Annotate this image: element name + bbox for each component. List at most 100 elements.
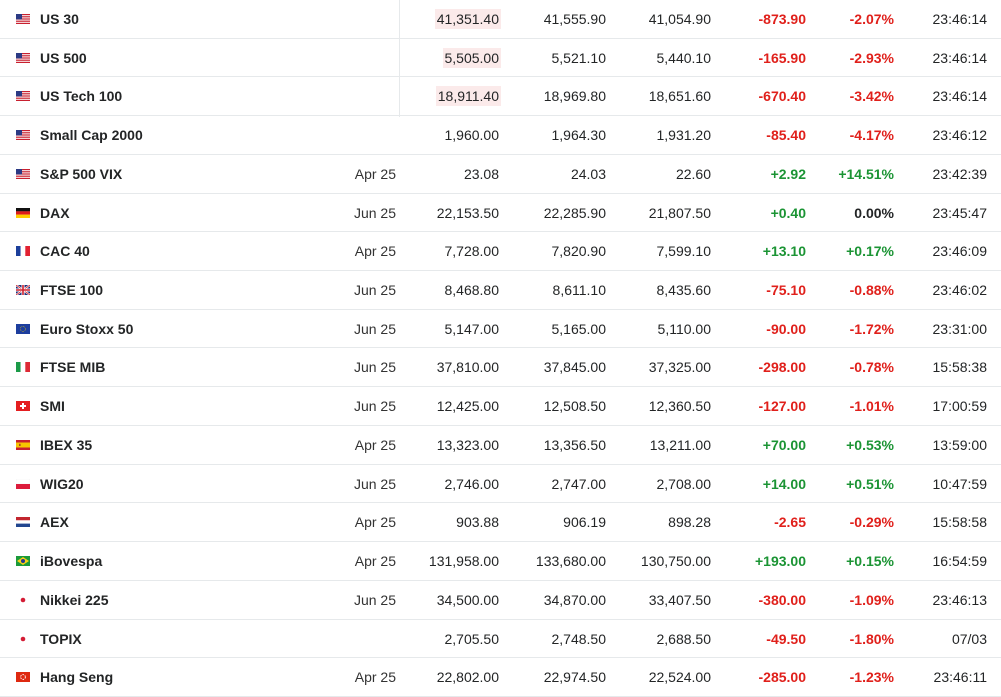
contract-month: Apr 25 [354, 243, 396, 260]
last-price-value: 2,705.50 [444, 630, 500, 647]
high-price: 1,964.30 [551, 127, 607, 144]
instrument-name[interactable]: US 500 [40, 39, 87, 78]
change-percent: +0.17% [846, 243, 894, 260]
instrument-name[interactable]: iBovespa [40, 542, 102, 581]
table-row[interactable]: Hang Seng Apr 25 22,802.00 22,974.50 22,524.… [0, 658, 1001, 697]
table-row[interactable]: US 500 5,505.00 5,521.10 5,440.10 -165.90 -2.… [0, 39, 1001, 78]
last-price-value: 12,425.00 [436, 398, 499, 415]
instrument-name[interactable]: SMI [40, 387, 65, 426]
high-price: 22,974.50 [543, 669, 606, 686]
contract-month: Apr 25 [354, 669, 396, 686]
low-price: 22,524.00 [648, 669, 711, 686]
last-price: 13,323.00 [435, 426, 501, 465]
low-price: 1,931.20 [656, 127, 712, 144]
contract-month: Jun 25 [353, 359, 396, 376]
change-value: -285.00 [758, 669, 806, 686]
us-flag-icon [16, 52, 30, 63]
table-row[interactable]: Small Cap 2000 1,960.00 1,964.30 1,931.20 -8… [0, 116, 1001, 155]
table-row[interactable]: SMI Jun 25 12,425.00 12,508.50 12,360.50 -127… [0, 387, 1001, 426]
instrument-name[interactable]: WIG20 [40, 465, 84, 504]
table-row[interactable]: US 30 41,351.40 41,555.90 41,054.90 -873.90 -… [0, 0, 1001, 39]
low-price: 33,407.50 [648, 591, 711, 608]
low-price: 18,651.60 [648, 88, 711, 105]
low-price: 12,360.50 [648, 398, 711, 415]
change-percent: -0.78% [849, 359, 894, 376]
last-price-value: 903.88 [456, 514, 499, 531]
last-price: 5,147.00 [443, 310, 502, 349]
instrument-name[interactable]: Small Cap 2000 [40, 116, 143, 155]
table-row[interactable]: Euro Stoxx 50 Jun 25 5,147.00 5,165.00 5,110… [0, 310, 1001, 349]
table-row[interactable]: CAC 40 Apr 25 7,728.00 7,820.90 7,599.10 +13.… [0, 232, 1001, 272]
instrument-name[interactable]: US 30 [40, 0, 79, 39]
low-price: 21,807.50 [648, 204, 711, 221]
table-row[interactable]: FTSE 100 Jun 25 8,468.80 8,611.10 8,435.60 -7… [0, 271, 1001, 310]
low-price: 41,054.90 [648, 11, 711, 27]
update-time: 15:58:38 [932, 359, 988, 376]
instrument-name[interactable]: Euro Stoxx 50 [40, 310, 133, 349]
high-price: 37,845.00 [543, 359, 606, 376]
indices-table: US 30 41,351.40 41,555.90 41,054.90 -873.90 -… [0, 0, 1001, 697]
italy-flag-icon [16, 362, 30, 373]
update-time: 23:46:11 [933, 669, 987, 686]
change-value: -75.10 [766, 282, 806, 299]
last-price: 8,468.80 [443, 271, 502, 310]
high-price: 34,870.00 [543, 591, 606, 608]
instrument-name[interactable]: DAX [40, 194, 70, 233]
instrument-name[interactable]: TOPIX [40, 620, 82, 659]
instrument-name[interactable]: Hang Seng [40, 658, 113, 697]
table-row[interactable]: Nikkei 225 Jun 25 34,500.00 34,870.00 33,407… [0, 581, 1001, 620]
table-row[interactable]: AEX Apr 25 903.88 906.19 898.28 -2.65 -0.29% 15… [0, 503, 1001, 543]
change-value: +13.10 [762, 243, 806, 260]
japan-flag-icon [16, 633, 30, 644]
low-price: 7,599.10 [656, 243, 712, 260]
table-row[interactable]: FTSE MIB Jun 25 37,810.00 37,845.00 37,325.0… [0, 348, 1001, 388]
instrument-name[interactable]: CAC 40 [40, 232, 90, 271]
update-time: 07/03 [951, 630, 987, 647]
change-percent: -3.42% [849, 88, 894, 105]
update-time: 23:46:02 [932, 282, 988, 299]
last-price-value: 7,728.00 [444, 243, 500, 260]
instrument-name[interactable]: FTSE 100 [40, 271, 103, 310]
low-price: 130,750.00 [640, 553, 711, 570]
last-price-value: 2,746.00 [444, 475, 500, 492]
change-percent: -1.72% [849, 320, 894, 337]
change-value: +0.40 [770, 204, 806, 221]
contract-month: Jun 25 [353, 320, 396, 337]
table-row[interactable]: S&P 500 VIX Apr 25 23.08 24.03 22.60 +2.92 +14… [0, 155, 1001, 194]
table-row[interactable]: iBovespa Apr 25 131,958.00 133,680.00 130,75… [0, 542, 1001, 581]
us-flag-icon [16, 168, 30, 179]
us-flag-icon [16, 91, 30, 102]
japan-flag-icon [16, 594, 30, 605]
change-value: -49.50 [766, 630, 806, 647]
update-time: 23:31:00 [932, 320, 988, 337]
update-time: 23:46:12 [932, 127, 988, 144]
last-price: 131,958.00 [427, 542, 501, 581]
uk-flag-icon [16, 285, 30, 296]
last-price: 41,351.40 [434, 0, 501, 39]
last-price-value: 22,153.50 [436, 204, 499, 221]
change-percent: -1.01% [849, 398, 894, 415]
instrument-name[interactable]: US Tech 100 [40, 77, 122, 116]
update-time: 13:59:00 [932, 436, 988, 453]
instrument-name[interactable]: Nikkei 225 [40, 581, 109, 620]
update-time: 23:46:14 [932, 49, 988, 66]
instrument-name[interactable]: AEX [40, 503, 69, 542]
instrument-name[interactable]: S&P 500 VIX [40, 155, 122, 194]
change-value: +70.00 [762, 436, 806, 453]
table-row[interactable]: IBEX 35 Apr 25 13,323.00 13,356.50 13,211.00… [0, 426, 1001, 465]
us-flag-icon [16, 130, 30, 141]
table-row[interactable]: TOPIX 2,705.50 2,748.50 2,688.50 -49.50 -1.80… [0, 620, 1001, 659]
change-value: -873.90 [758, 11, 806, 27]
high-price: 24.03 [570, 165, 606, 182]
contract-month: Apr 25 [354, 165, 396, 182]
table-row[interactable]: DAX Jun 25 22,153.50 22,285.90 21,807.50 +0.4… [0, 194, 1001, 233]
table-row[interactable]: US Tech 100 18,911.40 18,969.80 18,651.60 -6… [0, 77, 1001, 117]
instrument-name[interactable]: IBEX 35 [40, 426, 92, 465]
change-percent: -1.09% [849, 591, 894, 608]
change-value: +193.00 [755, 553, 806, 570]
instrument-name[interactable]: FTSE MIB [40, 348, 105, 387]
last-price-value: 22,802.00 [436, 669, 499, 686]
table-row[interactable]: WIG20 Jun 25 2,746.00 2,747.00 2,708.00 +14.0… [0, 465, 1001, 504]
last-price: 37,810.00 [435, 348, 501, 387]
update-time: 23:42:39 [932, 165, 988, 182]
